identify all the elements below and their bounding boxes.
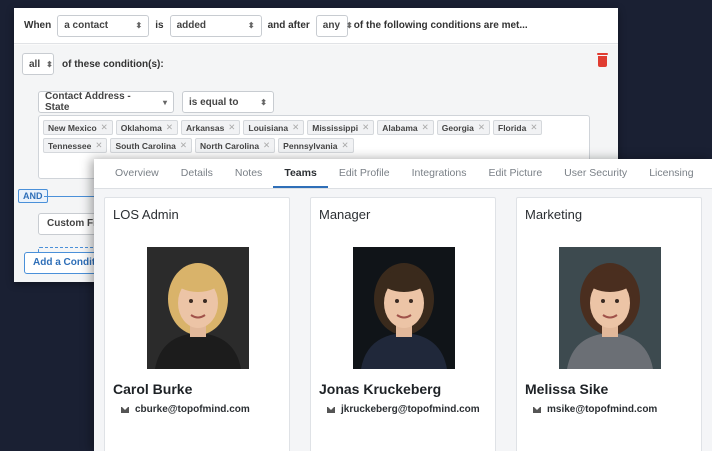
select-arrows-icon: ⬍ <box>46 59 53 69</box>
state-tag: Pennsylvania ✕ <box>278 138 354 153</box>
person-portrait-icon <box>559 247 661 369</box>
tab-user-security[interactable]: User Security <box>553 159 638 188</box>
avatar <box>353 247 455 369</box>
member-email[interactable]: msike@topofmind.com <box>547 404 657 415</box>
conditions-suffix-label: of the following conditions are met... <box>353 20 528 31</box>
state-tag-label: Georgia <box>441 122 474 133</box>
remove-tag-icon[interactable]: ✕ <box>180 140 187 151</box>
team-title: Manager <box>319 207 371 222</box>
team-profile-panel: Overview Details Notes Teams Edit Profile Int… <box>94 159 712 451</box>
member-email-row: msike@topofmind.com <box>533 404 657 415</box>
member-name: Carol Burke <box>113 381 193 397</box>
state-tag: Mississippi ✕ <box>307 120 375 135</box>
state-tag-label: Florida <box>498 122 527 133</box>
state-tag-label: Alabama <box>382 122 418 133</box>
tab-notes[interactable]: Notes <box>224 159 273 188</box>
trigger-row: When a contact ⬍ is added ⬍ and after an… <box>14 8 618 44</box>
action-select[interactable]: added ⬍ <box>169 14 262 37</box>
subject-select[interactable]: a contact ⬍ <box>57 14 150 37</box>
when-label: When <box>24 20 52 31</box>
tab-overview[interactable]: Overview <box>104 159 170 188</box>
remove-tag-icon[interactable]: ✕ <box>422 122 429 133</box>
state-tag: Tennessee ✕ <box>43 138 108 153</box>
after-label: and after <box>267 20 310 31</box>
remove-tag-icon[interactable]: ✕ <box>530 122 537 133</box>
team-title: Marketing <box>525 207 583 222</box>
state-tag: Georgia ✕ <box>436 120 490 135</box>
state-tag: Alabama ✕ <box>377 120 434 135</box>
state-tag-label: North Carolina <box>200 140 260 151</box>
group-mode-label: of these condition(s): <box>62 58 164 70</box>
remove-tag-icon[interactable]: ✕ <box>342 140 349 151</box>
is-label: is <box>155 20 164 31</box>
remove-tag-icon[interactable]: ✕ <box>263 140 270 151</box>
team-cards: LOS Admin Carol Burke cburke@topofmind.com… <box>104 197 702 451</box>
state-tag-label: Oklahoma <box>120 122 162 133</box>
member-email-row: jkruckeberg@topofmind.com <box>327 404 480 415</box>
group-mode-select[interactable]: all ⬍ <box>22 53 54 75</box>
state-tag: Oklahoma ✕ <box>115 120 179 135</box>
tab-teams[interactable]: Teams <box>273 159 328 188</box>
select-arrows-icon: ⬍ <box>346 21 353 30</box>
person-portrait-icon <box>147 247 249 369</box>
member-email-row: cburke@topofmind.com <box>121 404 250 415</box>
tab-edit-picture[interactable]: Edit Picture <box>477 159 553 188</box>
tab-edit-profile[interactable]: Edit Profile <box>328 159 401 188</box>
remove-tag-icon[interactable]: ✕ <box>362 122 369 133</box>
select-arrows-icon: ⬍ <box>260 97 267 107</box>
state-tag: Louisiana ✕ <box>243 120 305 135</box>
state-tag-label: Mississippi <box>312 122 359 133</box>
tab-details[interactable]: Details <box>170 159 224 188</box>
avatar <box>559 247 661 369</box>
person-portrait-icon <box>353 247 455 369</box>
state-tag: New Mexico ✕ <box>43 120 113 135</box>
envelope-icon <box>121 406 129 413</box>
state-tag-label: South Carolina <box>115 140 176 151</box>
state-tag-label: Tennessee <box>48 140 92 151</box>
state-tag-label: New Mexico <box>48 122 97 133</box>
member-name: Melissa Sike <box>525 381 609 397</box>
envelope-icon <box>533 406 541 413</box>
select-arrows-icon: ⬍ <box>135 21 143 30</box>
state-tag: North Carolina ✕ <box>195 138 276 153</box>
tab-licensing[interactable]: Licensing <box>638 159 704 188</box>
trash-icon[interactable] <box>597 53 608 67</box>
member-name: Jonas Kruckeberg <box>319 381 442 397</box>
condition-group-header: all ⬍ of these condition(s): <box>22 53 164 75</box>
chevron-down-icon: ▾ <box>162 97 167 107</box>
operator-select[interactable]: is equal to ⬍ <box>182 91 274 113</box>
remove-tag-icon[interactable]: ✕ <box>478 122 485 133</box>
condition-row: Contact Address - State ▾ is equal to ⬍ <box>38 91 274 113</box>
remove-tag-icon[interactable]: ✕ <box>101 122 108 133</box>
state-tag-label: Louisiana <box>248 122 289 133</box>
remove-tag-icon[interactable]: ✕ <box>166 122 173 133</box>
team-card: Manager Jonas Kruckeberg jkruckeberg@topof… <box>310 197 496 451</box>
state-tag: South Carolina ✕ <box>110 138 193 153</box>
profile-tabs: Overview Details Notes Teams Edit Profile Int… <box>94 159 712 189</box>
tab-integrations[interactable]: Integrations <box>401 159 478 188</box>
member-email[interactable]: jkruckeberg@topofmind.com <box>341 404 480 415</box>
state-tag-label: Arkansas <box>186 122 225 133</box>
envelope-icon <box>327 406 335 413</box>
remove-tag-icon[interactable]: ✕ <box>292 122 299 133</box>
member-email[interactable]: cburke@topofmind.com <box>135 404 250 415</box>
team-card: LOS Admin Carol Burke cburke@topofmind.com <box>104 197 290 451</box>
team-card: Marketing Melissa Sike msike@topofmind.com <box>516 197 702 451</box>
remove-tag-icon[interactable]: ✕ <box>95 140 102 151</box>
quantifier-select[interactable]: any ⬍ <box>315 14 353 37</box>
state-tag: Arkansas ✕ <box>181 120 241 135</box>
state-tag-label: Pennsylvania <box>283 140 338 151</box>
avatar <box>147 247 249 369</box>
select-arrows-icon: ⬍ <box>247 21 255 30</box>
state-tag: Florida ✕ <box>493 120 543 135</box>
team-title: LOS Admin <box>113 207 179 222</box>
field-select[interactable]: Contact Address - State ▾ <box>38 91 174 113</box>
remove-tag-icon[interactable]: ✕ <box>228 122 235 133</box>
